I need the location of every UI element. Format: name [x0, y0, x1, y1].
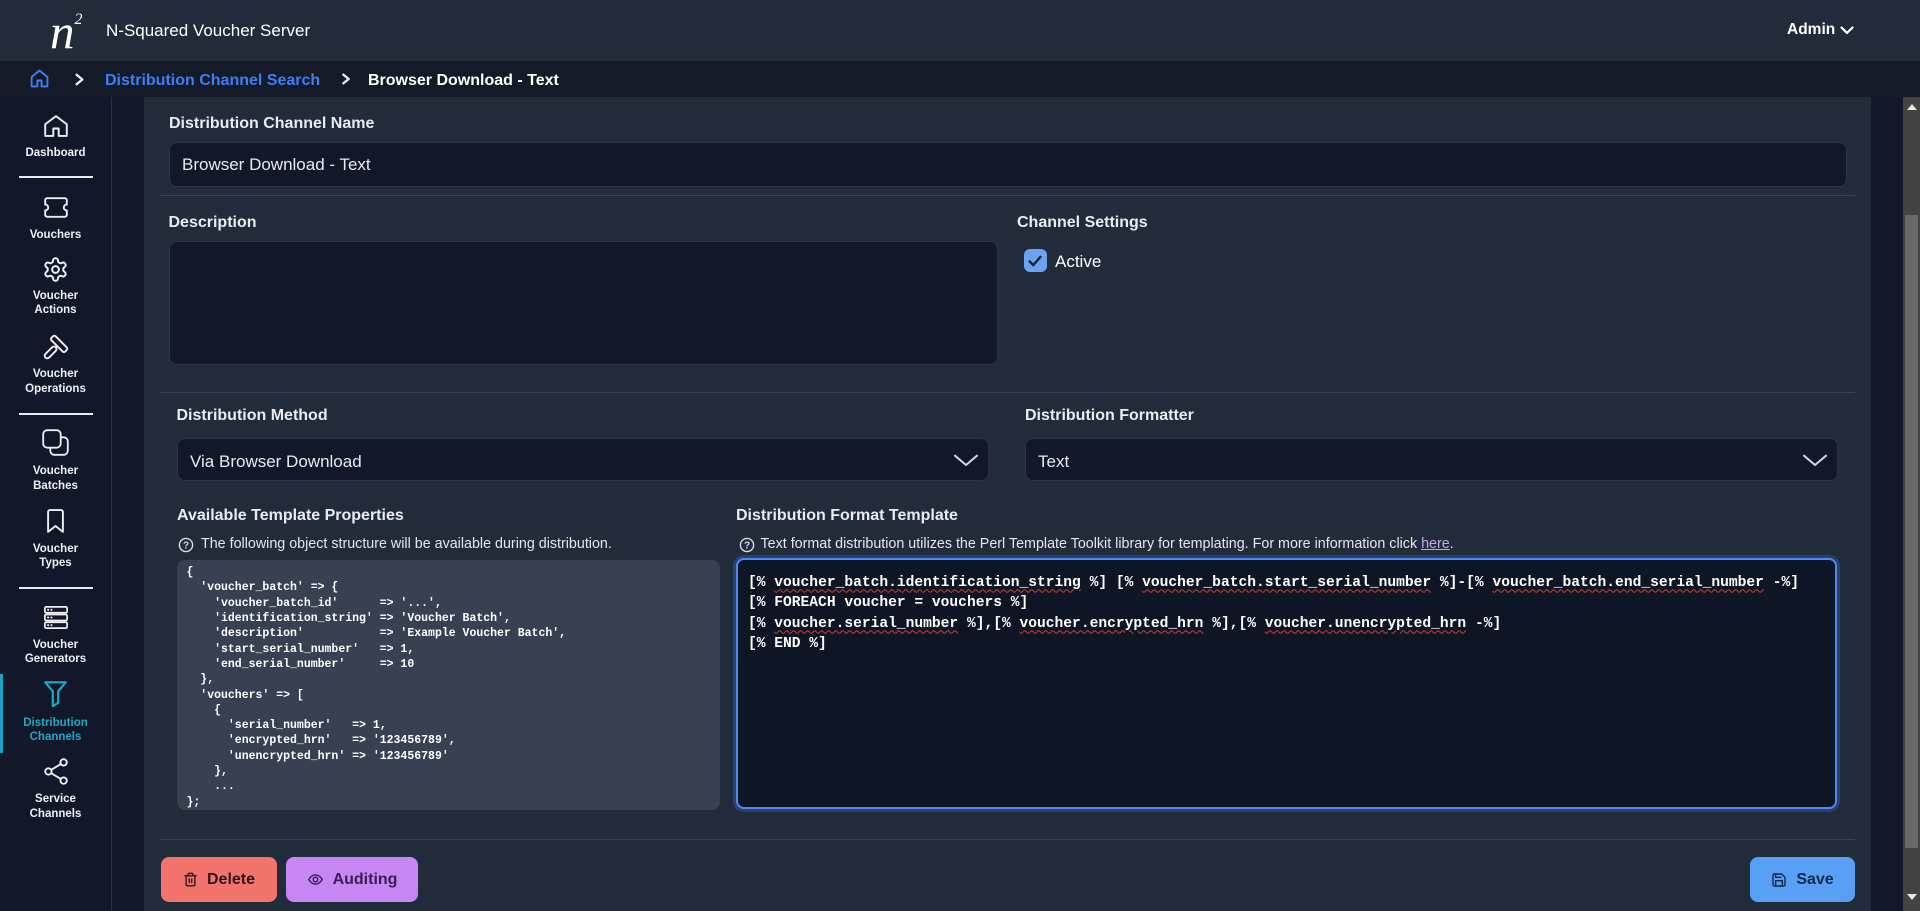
svg-text:?: ? [743, 540, 749, 551]
svg-text:?: ? [183, 540, 189, 551]
